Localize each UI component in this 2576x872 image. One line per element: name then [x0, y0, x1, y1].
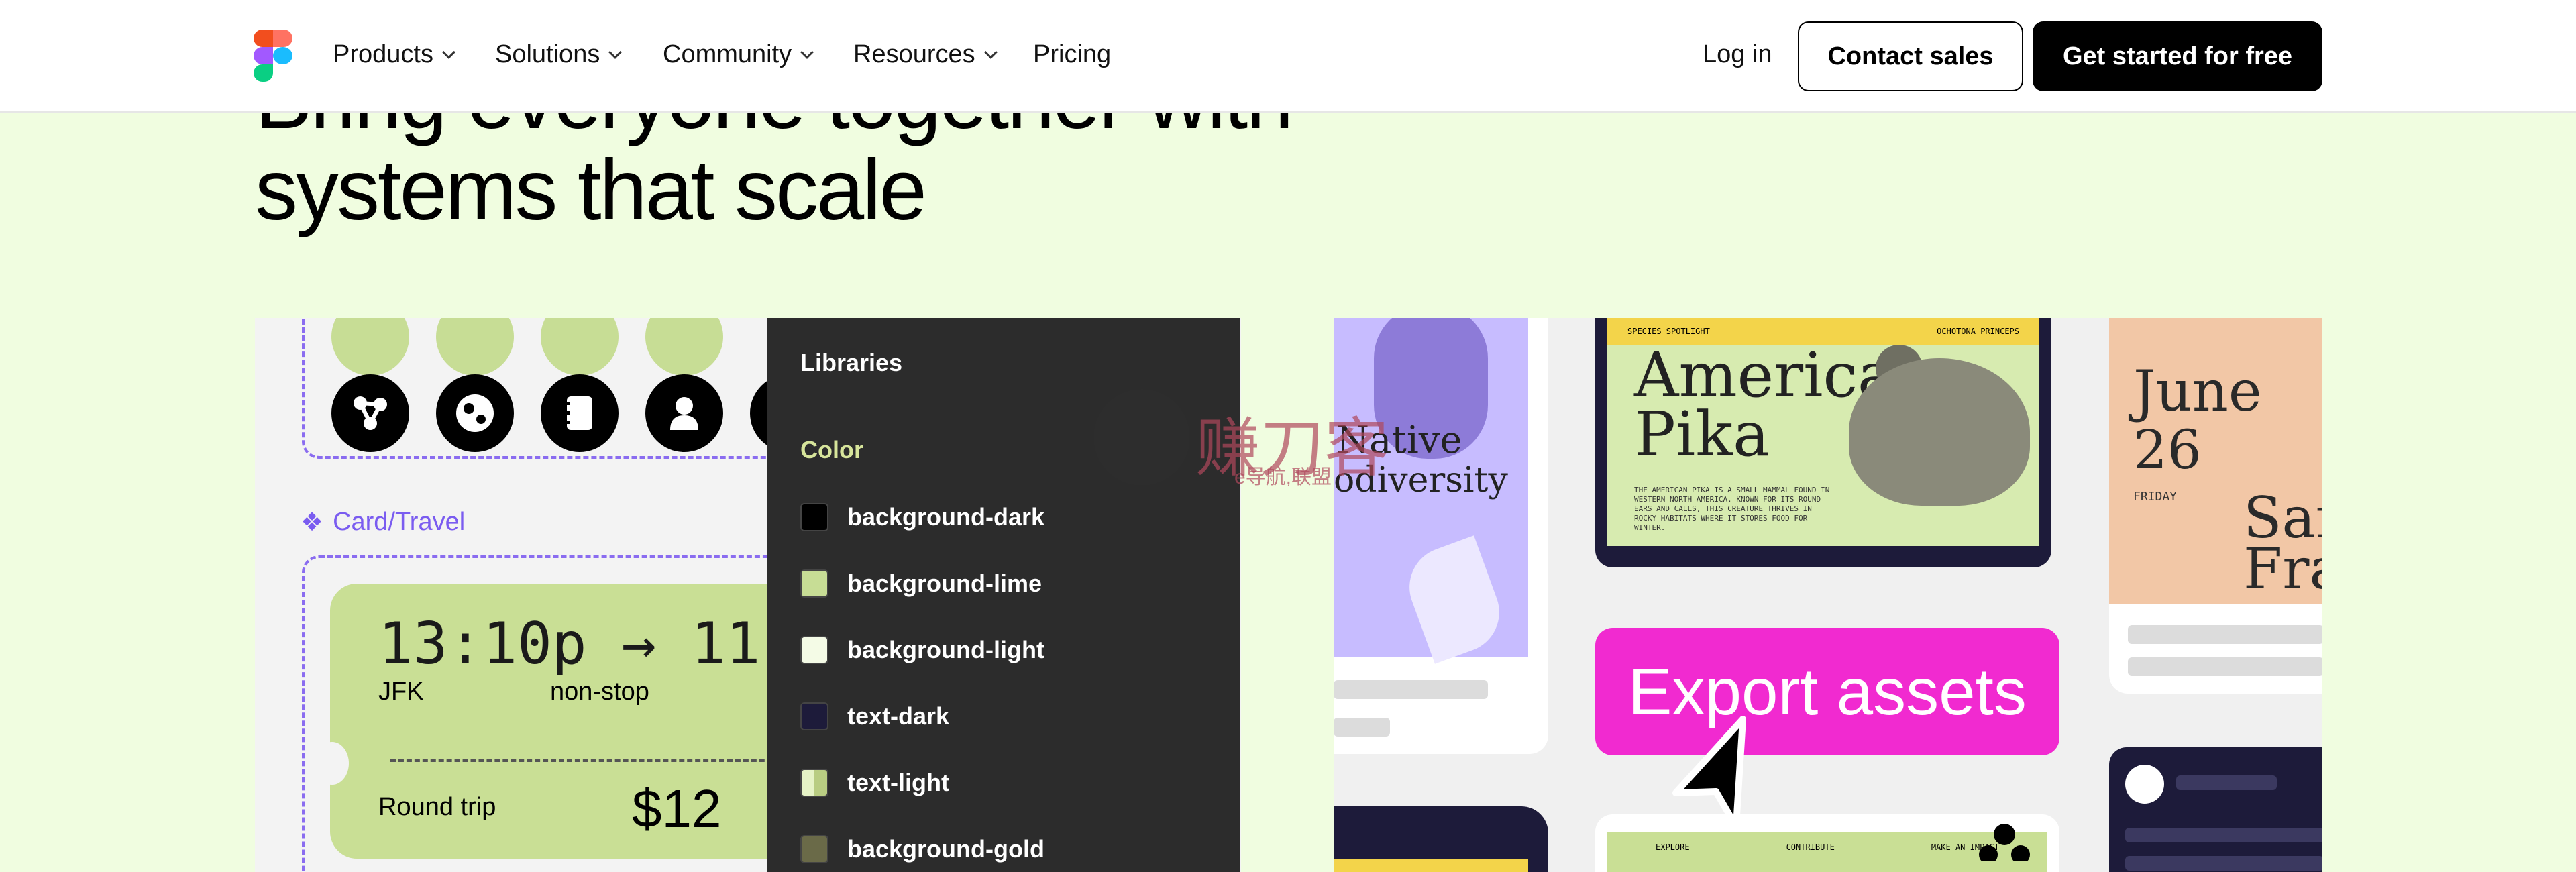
library-color-item[interactable]: text-light: [800, 769, 949, 797]
chevron-down-icon: [442, 45, 455, 59]
event-weekday: FRIDAY: [2133, 490, 2178, 504]
watermark-coin-icon: [1093, 389, 1190, 486]
placeholder-line: [2125, 828, 2322, 842]
event-day: 26: [2133, 419, 2202, 481]
person-icon: [645, 318, 723, 376]
nav-solutions[interactable]: Solutions: [495, 40, 623, 69]
placeholder-line: [2176, 775, 2277, 790]
price: $12: [632, 779, 722, 838]
network-icon: [331, 318, 409, 376]
map-card[interactable]: EXPLORE CONTRIBUTE MAKE AN IMPACT: [1595, 814, 2059, 872]
icon-row-dark: [331, 374, 828, 452]
contact-sales-button[interactable]: Contact sales: [1798, 21, 2023, 91]
pika-card-inner: SPECIES SPOTLIGHT OCHOTONA PRINCEPS Amer…: [1607, 318, 2039, 546]
component-label: ❖ Card/Travel: [301, 507, 465, 537]
color-swatch: [800, 503, 828, 531]
globe-icon: [436, 318, 514, 376]
placeholder-line: [1334, 680, 1488, 699]
nav-products[interactable]: Products: [333, 40, 455, 69]
icon-row-lime: [331, 318, 723, 376]
library-color-item[interactable]: background-lime: [800, 569, 1042, 598]
library-color-item[interactable]: background-dark: [800, 503, 1044, 531]
event-month: June: [2133, 358, 2262, 424]
color-name: background-dark: [847, 503, 1045, 531]
watermark-subtext: e导航,联盟: [1234, 466, 1332, 488]
nav-community[interactable]: Community: [663, 40, 814, 69]
hero-line-2: systems that scale: [255, 142, 927, 238]
native-biodiversity-card[interactable]: Native odiversity: [1334, 318, 1548, 754]
color-name: text-dark: [847, 702, 950, 730]
color-swatch: [800, 569, 828, 598]
nav-resources[interactable]: Resources: [853, 40, 998, 69]
event-image: June 26 FRIDAY San Fra: [2109, 318, 2322, 604]
color-name: text-light: [847, 769, 949, 796]
dots-icon: [1979, 824, 2030, 861]
top-nav: Products Solutions Community Resources P…: [0, 0, 2576, 113]
placeholder-line: [1334, 718, 1390, 737]
color-swatch: [800, 769, 828, 797]
pika-title-2: Pika: [1634, 398, 1770, 470]
pika-image: [1849, 358, 2030, 506]
get-started-button[interactable]: Get started for free: [2033, 21, 2322, 91]
library-color-item[interactable]: text-dark: [800, 702, 949, 730]
nav-resources-label: Resources: [853, 40, 975, 68]
network-icon: [331, 374, 409, 452]
notebook-icon: [541, 374, 619, 452]
event-city: San Fra: [2243, 485, 2322, 602]
dark-card-bottom[interactable]: [1334, 806, 1548, 872]
notebook-icon: [541, 318, 619, 376]
color-swatch: [800, 835, 828, 863]
placeholder-line: [2128, 657, 2322, 676]
stops-label: non-stop: [550, 677, 649, 706]
leaf-illustration: [1398, 535, 1511, 664]
color-section-title: Color: [800, 436, 863, 464]
pika-bar-right: OCHOTONA PRINCEPS: [1937, 327, 2019, 336]
nav-pricing[interactable]: Pricing: [1033, 40, 1111, 69]
avatar-icon: [2125, 765, 2164, 804]
figma-logo-icon[interactable]: [254, 30, 292, 83]
flight-time: 13:10p → 11:5: [378, 610, 830, 677]
placeholder-line: [2128, 625, 2322, 644]
color-swatch: [800, 636, 828, 664]
pika-body: THE AMERICAN PIKA IS A SMALL MAMMAL FOUN…: [1634, 486, 1830, 532]
ticket-notch: [315, 742, 349, 785]
nav-solutions-label: Solutions: [495, 40, 600, 68]
chevron-down-icon: [983, 45, 998, 59]
color-name: background-lime: [847, 569, 1042, 597]
map-label: CONTRIBUTE: [1786, 842, 1835, 852]
chevron-down-icon: [800, 45, 814, 59]
globe-icon: [436, 374, 514, 452]
color-name: background-light: [847, 636, 1044, 663]
dark-profile-card[interactable]: [2109, 747, 2322, 872]
american-pika-card[interactable]: SPECIES SPOTLIGHT OCHOTONA PRINCEPS Amer…: [1595, 318, 2051, 567]
event-card-june[interactable]: June 26 FRIDAY San Fra: [2109, 318, 2322, 694]
pika-bar-left: SPECIES SPOTLIGHT: [1627, 327, 1710, 336]
gold-strip: [1334, 859, 1528, 872]
placeholder-line: [2125, 856, 2322, 871]
origin-airport: JFK: [378, 677, 424, 706]
library-color-item[interactable]: background-gold: [800, 835, 1044, 863]
nav-pricing-label: Pricing: [1033, 40, 1112, 68]
component-icon: ❖: [301, 508, 324, 537]
trip-type: Round trip: [378, 793, 496, 821]
libraries-title: Libraries: [800, 349, 903, 376]
login-link[interactable]: Log in: [1703, 40, 1772, 69]
component-label-text: Card/Travel: [333, 508, 466, 536]
library-color-item[interactable]: background-light: [800, 636, 1044, 664]
map-label: EXPLORE: [1656, 842, 1690, 852]
nav-community-label: Community: [663, 40, 792, 68]
chevron-down-icon: [608, 45, 623, 59]
color-name: background-gold: [847, 835, 1044, 863]
color-swatch: [800, 702, 828, 730]
nav-products-label: Products: [333, 40, 433, 68]
person-icon: [645, 374, 723, 452]
template-grid: Native odiversity SPECIES SPOTLIGHT OCHO…: [1334, 318, 2322, 872]
